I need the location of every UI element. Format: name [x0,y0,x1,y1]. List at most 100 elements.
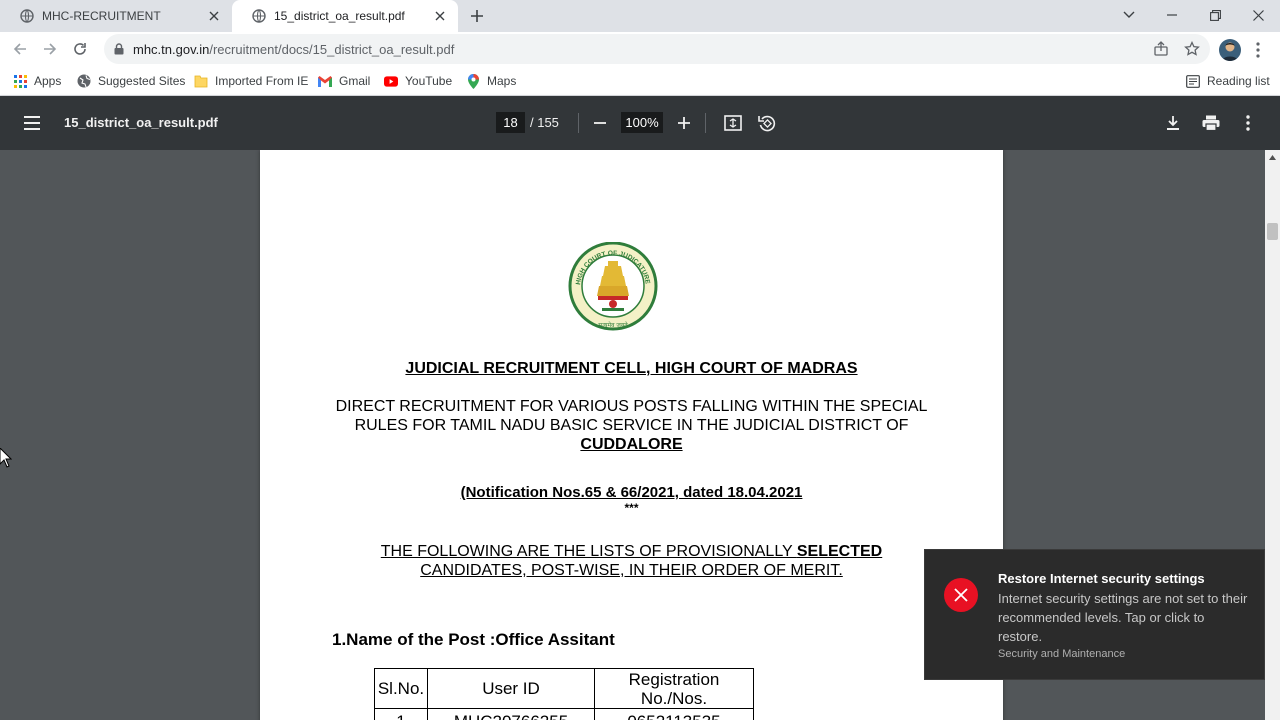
close-icon [1252,9,1264,21]
scroll-up-button[interactable] [1265,150,1280,165]
column-header-registration: Registration No./Nos. [594,668,754,709]
browser-menu-button[interactable] [1253,40,1263,60]
tab-mhc-recruitment[interactable]: MHC-RECRUITMENT [0,0,232,32]
notification-line: (Notification Nos.65 & 66/2021, dated 18… [460,484,803,501]
toast-title: Restore Internet security settings [998,571,1205,586]
column-header-slno: Sl.No. [374,668,428,709]
seal-motto: सत्यमेव जयते [598,321,628,329]
minimize-icon [1167,14,1177,16]
forward-button[interactable] [37,36,63,62]
table-row: 1 MHC20766255 0652113535 [374,708,754,720]
bookmark-label: Imported From IE [215,74,309,88]
table-header-row: Sl.No. User ID Registration No./Nos. [374,668,754,709]
selected-list-line-1: THE FOLLOWING ARE THE LISTS OF PROVISION… [260,543,1003,561]
url-path: /recruitment/docs/15_district_oa_result.… [209,42,455,57]
bookmark-label: Suggested Sites [98,74,186,88]
fit-to-page-button[interactable] [719,109,747,137]
bookmarks-bar: Apps Suggested Sites Imported From IE Gm… [0,66,1280,96]
toolbar-divider [578,113,579,133]
bookmark-maps[interactable]: Maps [466,71,516,91]
toast-source: Security and Maintenance [998,648,1126,660]
registration-header-line-2: No./Nos. [640,688,708,708]
zoom-out-button[interactable] [586,109,614,137]
star-icon[interactable] [1184,41,1200,57]
kebab-menu-icon [1246,115,1250,131]
cell-registration: 0652113535 [594,708,754,720]
tab-search-button[interactable] [1107,0,1151,30]
url-text[interactable]: mhc.tn.gov.in/recruitment/docs/15_distri… [133,42,454,57]
print-button[interactable] [1197,109,1225,137]
bookmark-label: Gmail [339,74,371,88]
rotate-icon [758,115,776,132]
profile-avatar[interactable] [1219,39,1241,61]
apps-grid-icon [13,74,27,88]
zoom-level-input[interactable]: 100% [621,112,663,133]
back-button[interactable] [7,36,33,62]
arrow-left-icon [13,43,26,55]
results-table: Sl.No. User ID RegistrationNo./Nos. 1 MH… [374,668,754,720]
reload-icon [74,43,86,55]
bookmark-label: Apps [34,74,62,88]
restore-button[interactable] [1193,0,1237,30]
column-header-userid: User ID [427,668,595,709]
security-notification-toast[interactable]: Restore Internet security settings Inter… [924,549,1265,680]
registration-header-line-1: Registration [628,669,720,689]
lock-icon[interactable] [114,43,124,55]
page-number-input[interactable]: 18 [496,112,525,133]
reading-list-button[interactable]: Reading list [1186,71,1270,91]
close-tab-icon[interactable] [432,8,448,24]
kebab-menu-icon [1256,42,1260,58]
tab-pdf-result[interactable]: 15_district_oa_result.pdf [232,0,458,32]
bookmark-gmail[interactable]: Gmail [318,71,370,91]
bookmark-imported-from-ie[interactable]: Imported From IE [194,71,308,91]
reload-button[interactable] [67,36,93,62]
document-heading: JUDICIAL RECRUITMENT CELL, HIGH COURT OF… [405,360,858,377]
user-avatar-icon [1222,42,1238,61]
bookmark-label: YouTube [405,74,453,88]
folder-icon [194,74,208,88]
selected-list-line-2: CANDIDATES, POST-WISE, IN THEIR ORDER OF… [420,562,843,579]
toast-body: Internet security settings are not set t… [998,591,1248,644]
cell-slno: 1 [374,708,428,720]
vertical-scrollbar[interactable] [1265,150,1280,720]
arrow-right-icon [44,43,57,55]
plus-icon [678,117,690,129]
minimize-button[interactable] [1150,0,1194,30]
chevron-down-icon [1123,11,1135,18]
intro-line-1: DIRECT RECRUITMENT FOR VARIOUS POSTS FAL… [335,398,928,415]
reading-list-label: Reading list [1207,74,1270,88]
pdf-more-options-button[interactable] [1234,109,1262,137]
download-icon [1167,116,1179,130]
tab-title: 15_district_oa_result.pdf [274,9,405,23]
close-tab-icon[interactable] [206,8,222,24]
scrollbar-thumb[interactable] [1267,223,1278,240]
address-bar[interactable]: mhc.tn.gov.in/recruitment/docs/15_distri… [104,34,1210,64]
minus-icon [594,122,606,124]
restore-icon [1209,9,1221,21]
hamburger-menu-icon[interactable] [22,113,42,133]
pdf-filename: 15_district_oa_result.pdf [64,115,218,130]
post-heading: 1.Name of the Post :Office Assitant [332,630,615,649]
selected-word: SELECTED [796,543,883,560]
zoom-in-button[interactable] [670,109,698,137]
tab-strip: MHC-RECRUITMENT 15_district_oa_result.pd… [0,0,1280,32]
bookmark-suggested-sites[interactable]: Suggested Sites [77,71,185,91]
printer-icon [1202,115,1220,131]
close-window-button[interactable] [1236,0,1280,30]
globe-icon [252,9,266,23]
fit-page-icon [724,115,742,131]
browser-toolbar: mhc.tn.gov.in/recruitment/docs/15_distri… [0,32,1280,66]
share-icon[interactable] [1153,41,1169,57]
bookmark-apps[interactable]: Apps [13,71,61,91]
globe-icon [77,74,91,88]
mouse-pointer-icon [0,448,12,468]
stars-divider: *** [624,501,639,515]
selected-list-text: THE FOLLOWING ARE THE LISTS OF PROVISION… [380,543,797,560]
download-button[interactable] [1159,109,1187,137]
new-tab-button[interactable] [466,6,488,26]
pdf-page: HIGH COURT OF JUDICATURE MADRAS सत्यमेव … [260,150,1003,720]
rotate-button[interactable] [753,109,781,137]
bookmark-youtube[interactable]: YouTube [384,71,452,91]
district-name: CUDDALORE [580,436,683,453]
bookmark-label: Maps [487,74,517,88]
